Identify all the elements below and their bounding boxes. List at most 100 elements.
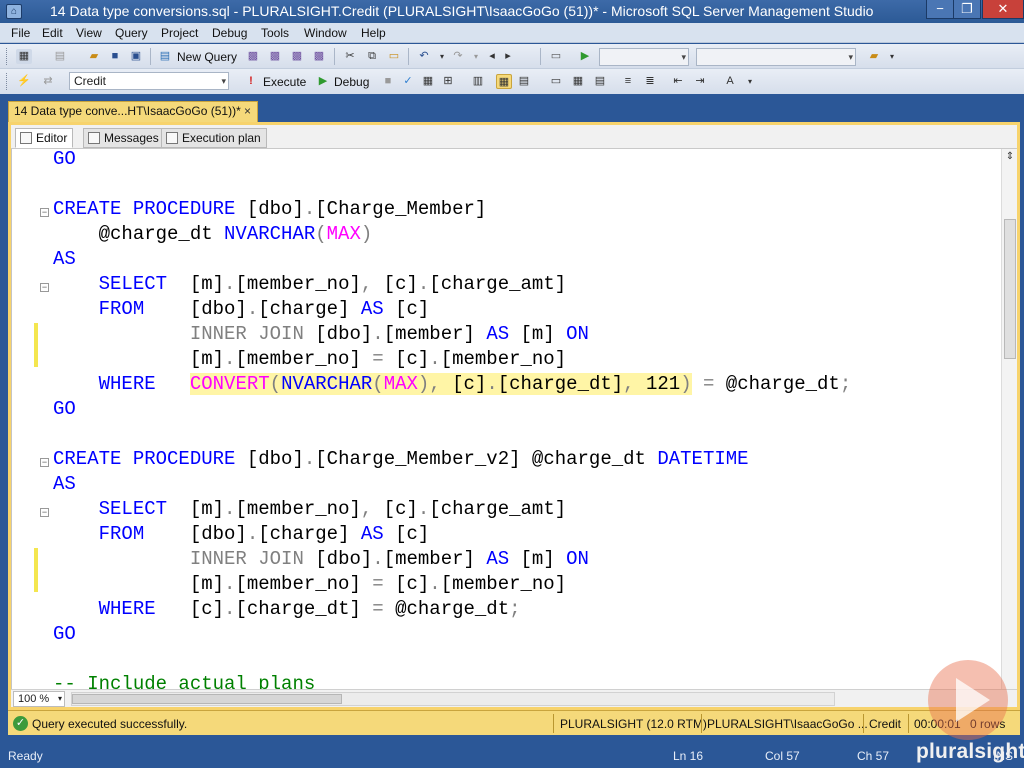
include-actual-plan-icon[interactable]: ▦ bbox=[496, 74, 512, 89]
redo-icon[interactable]: ↷ bbox=[450, 49, 466, 64]
database-info: Credit bbox=[869, 717, 902, 731]
paste-icon[interactable]: ▭ bbox=[386, 49, 402, 64]
editor-icon bbox=[20, 132, 32, 144]
activity-monitor-icon[interactable]: ▭ bbox=[548, 49, 564, 64]
tab-messages[interactable]: Messages bbox=[83, 128, 165, 148]
intellisense-icon[interactable]: ▥ bbox=[470, 74, 486, 89]
start-icon[interactable]: ▶ bbox=[577, 49, 593, 64]
properties-icon[interactable]: ▰ bbox=[866, 49, 882, 64]
connect-icon[interactable]: ⚡ bbox=[16, 74, 32, 89]
split-handle-icon[interactable]: ⇕ bbox=[1002, 149, 1018, 165]
code-line: CREATE PROCEDURE [dbo].[Charge_Member] bbox=[53, 198, 487, 220]
tab-editor[interactable]: Editor bbox=[15, 128, 74, 148]
code-line: GO bbox=[53, 398, 76, 420]
collapse-icon[interactable]: − bbox=[40, 208, 49, 217]
toolbar-options-icon[interactable]: ▾ bbox=[884, 49, 900, 64]
execute-button[interactable]: Execute bbox=[263, 75, 306, 89]
menu-query[interactable]: Query bbox=[115, 26, 148, 40]
change-connection-icon[interactable]: ⇄ bbox=[40, 74, 56, 89]
toolbar-grip[interactable] bbox=[6, 48, 9, 65]
restore-button[interactable]: ❐ bbox=[953, 0, 981, 19]
ssms-app-icon[interactable]: ⌂ bbox=[6, 4, 22, 19]
results-to-grid-icon[interactable]: ▦ bbox=[570, 74, 586, 89]
collapse-icon[interactable]: − bbox=[40, 283, 49, 292]
debug-icon[interactable]: ▶ bbox=[315, 74, 331, 89]
query-editor-window: Editor Messages Execution plan − − − − G… bbox=[8, 122, 1020, 710]
code-line: SELECT [m].[member_no], [c].[charge_amt] bbox=[98, 273, 567, 295]
comment-out-icon[interactable]: ≡ bbox=[620, 74, 636, 89]
new-project-icon[interactable]: ▦ bbox=[16, 49, 32, 64]
play-triangle bbox=[956, 678, 990, 722]
display-estimated-plan-icon[interactable]: ▦ bbox=[420, 74, 436, 89]
cancel-query-icon[interactable]: ■ bbox=[380, 74, 396, 89]
menu-edit[interactable]: Edit bbox=[42, 26, 63, 40]
document-tab[interactable]: 14 Data type conve...HT\IsaacGoGo (51))*… bbox=[8, 101, 258, 122]
code-editor[interactable]: − − − − GO CREATE PROCEDURE [dbo].[Charg… bbox=[11, 149, 1001, 689]
client-statistics-icon[interactable]: ▤ bbox=[516, 74, 532, 89]
tab-execution-plan[interactable]: Execution plan bbox=[161, 128, 267, 148]
zoom-selector[interactable]: 100 % ▾ bbox=[13, 691, 65, 707]
close-button[interactable]: ✕ bbox=[982, 0, 1024, 19]
selected-expression: CONVERT(NVARCHAR(MAX), [c].[charge_dt], … bbox=[189, 373, 692, 395]
menu-tools[interactable]: Tools bbox=[261, 26, 289, 40]
mining-query-icon[interactable]: ▩ bbox=[289, 49, 305, 64]
code-line: FROM [dbo].[charge] AS [c] bbox=[98, 523, 430, 545]
xmla-query-icon[interactable]: ▩ bbox=[311, 49, 327, 64]
uncomment-icon[interactable]: ≣ bbox=[642, 74, 658, 89]
vertical-scroll-thumb[interactable] bbox=[1004, 219, 1016, 359]
status-separator bbox=[553, 714, 554, 733]
vertical-scrollbar[interactable]: ⇕ bbox=[1001, 149, 1017, 689]
horizontal-scroll-thumb[interactable] bbox=[72, 694, 342, 704]
navigate-backward-icon[interactable]: ◂ bbox=[484, 49, 500, 64]
menu-help[interactable]: Help bbox=[361, 26, 386, 40]
menu-project[interactable]: Project bbox=[161, 26, 198, 40]
code-line: -- Include actual plans bbox=[53, 673, 316, 689]
change-indicator bbox=[34, 323, 38, 367]
copy-icon[interactable]: ⧉ bbox=[364, 49, 380, 64]
analysis-query-icon[interactable]: ▩ bbox=[267, 49, 283, 64]
results-to-text-icon[interactable]: ▭ bbox=[548, 74, 564, 89]
find-combo[interactable]: ▾ bbox=[696, 48, 856, 66]
cut-icon[interactable]: ✂ bbox=[342, 49, 358, 64]
save-all-icon[interactable]: ▣ bbox=[128, 49, 144, 64]
redo-dropdown-icon[interactable]: ▾ bbox=[468, 49, 484, 64]
database-selector[interactable]: Credit ▾ bbox=[69, 72, 229, 90]
debug-button[interactable]: Debug bbox=[334, 75, 369, 89]
results-to-file-icon[interactable]: ▤ bbox=[592, 74, 608, 89]
parse-icon[interactable]: ✓ bbox=[400, 74, 416, 89]
new-query-button[interactable]: New Query bbox=[177, 50, 237, 64]
decrease-indent-icon[interactable]: ⇤ bbox=[670, 74, 686, 89]
new-query-icon[interactable]: ▤ bbox=[157, 49, 173, 64]
collapse-icon[interactable]: − bbox=[40, 458, 49, 467]
code-line: [m].[member_no] = [c].[member_no] bbox=[53, 348, 567, 370]
cursor-char: Ch 57 bbox=[857, 749, 890, 763]
add-item-icon[interactable]: ▤ bbox=[52, 49, 68, 64]
toolbar-grip[interactable] bbox=[6, 73, 9, 90]
close-tab-icon[interactable]: × bbox=[244, 102, 251, 121]
collapse-icon[interactable]: − bbox=[40, 508, 49, 517]
query-designer-icon[interactable]: ⊞ bbox=[440, 74, 456, 89]
navigate-forward-icon[interactable]: ▸ bbox=[500, 49, 516, 64]
menu-file[interactable]: File bbox=[11, 26, 30, 40]
server-info: PLURALSIGHT (12.0 RTM) bbox=[560, 717, 707, 731]
increase-indent-icon[interactable]: ⇥ bbox=[692, 74, 708, 89]
open-file-icon[interactable]: ▰ bbox=[86, 49, 102, 64]
menu-window[interactable]: Window bbox=[304, 26, 347, 40]
code-line: SELECT [m].[member_no], [c].[charge_amt] bbox=[98, 498, 567, 520]
minimize-button[interactable]: − bbox=[926, 0, 954, 19]
undo-icon[interactable]: ↶ bbox=[416, 49, 432, 64]
db-engine-query-icon[interactable]: ▩ bbox=[245, 49, 261, 64]
horizontal-scrollbar[interactable] bbox=[71, 692, 835, 706]
save-icon[interactable]: ■ bbox=[107, 49, 123, 64]
undo-dropdown-icon[interactable]: ▾ bbox=[434, 49, 450, 64]
toolbar-separator bbox=[408, 48, 409, 65]
specify-template-values-icon[interactable]: A bbox=[722, 74, 738, 89]
solution-configurations-combo[interactable]: ▾ bbox=[599, 48, 689, 66]
menu-debug[interactable]: Debug bbox=[212, 26, 247, 40]
toolbar-options-icon[interactable]: ▾ bbox=[742, 74, 758, 89]
query-status-bar: ✓ Query executed successfully. PLURALSIG… bbox=[8, 710, 1020, 735]
status-separator bbox=[863, 714, 864, 733]
app-state: Ready bbox=[8, 749, 43, 763]
execute-icon[interactable]: ! bbox=[243, 74, 259, 89]
menu-view[interactable]: View bbox=[76, 26, 102, 40]
